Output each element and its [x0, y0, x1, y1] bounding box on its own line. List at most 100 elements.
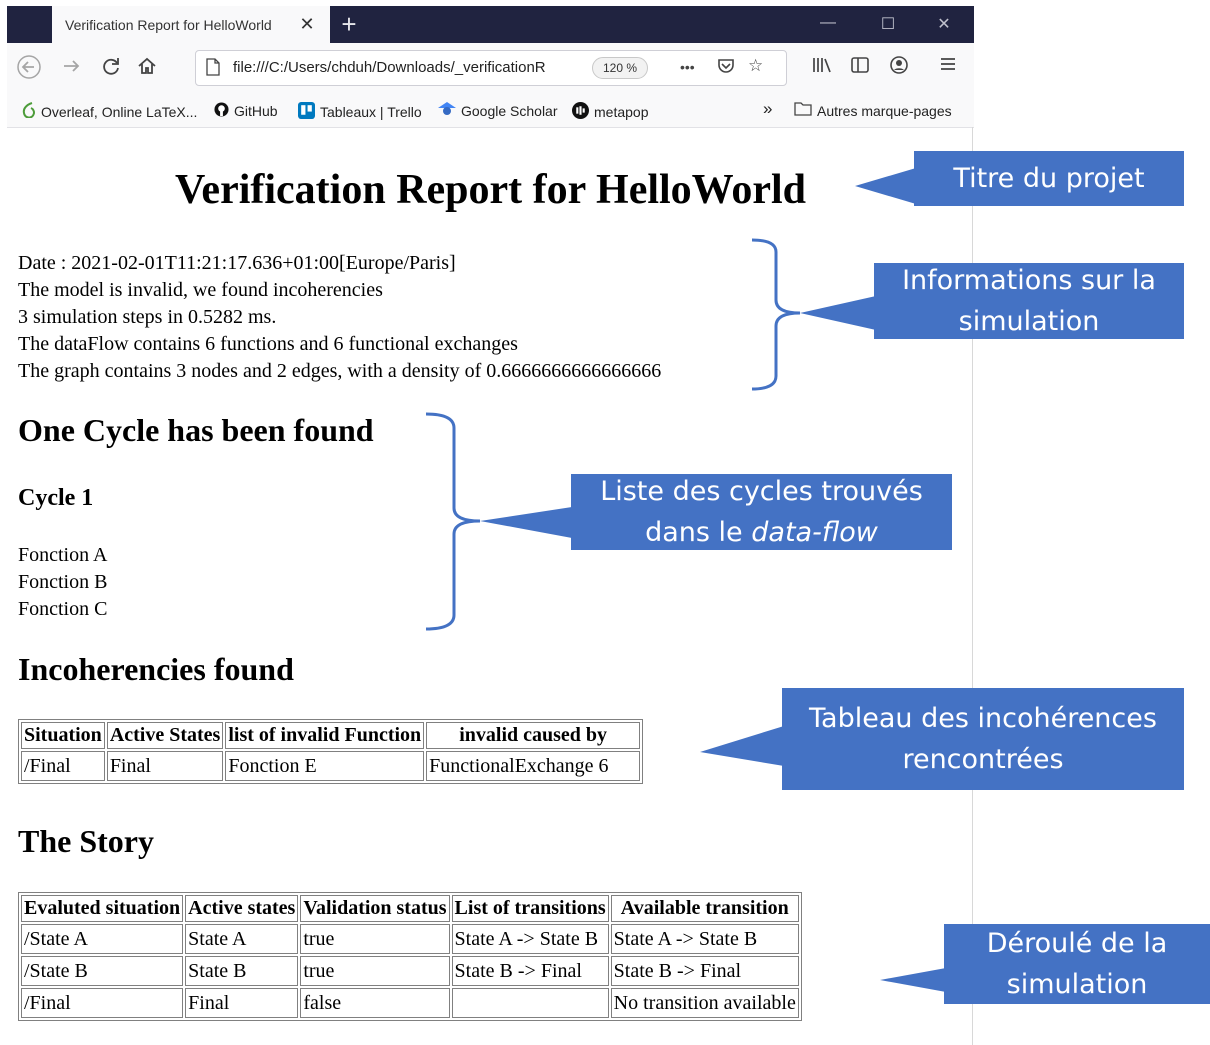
table-cell: State A: [185, 924, 299, 954]
reload-button[interactable]: [97, 55, 125, 83]
maximize-icon[interactable]: ☐: [873, 14, 903, 34]
table-cell: State B: [185, 956, 299, 986]
bookmark-label: Overleaf, Online LaTeX...: [41, 103, 198, 120]
bookmark-trello[interactable]: Tableaux | Trello: [298, 102, 422, 122]
title-bar: Verification Report for HelloWorld ✕ + —…: [7, 6, 974, 43]
incoherencies-callout: Tableau des incohérences rencontrées: [782, 688, 1184, 790]
table-row: /Final Final false No transition availab…: [21, 988, 799, 1018]
incoherencies-table: Situation Active States list of invalid …: [18, 719, 644, 784]
table-cell: /State A: [21, 924, 184, 954]
sidebar-icon[interactable]: [850, 55, 870, 80]
simulation-info: Date : 2021-02-01T11:21:17.636+01:00[Eur…: [18, 250, 661, 385]
account-icon[interactable]: [889, 55, 909, 80]
column-header: Active States: [106, 722, 224, 749]
column-header: Active states: [185, 895, 299, 922]
story-heading: The Story: [18, 823, 154, 859]
table-cell: No transition available: [610, 988, 799, 1018]
home-button[interactable]: [133, 55, 161, 83]
library-icon[interactable]: [811, 55, 833, 80]
callout-text: simulation: [958, 306, 1100, 337]
back-arrow-icon: [17, 55, 41, 79]
scholar-icon: [438, 102, 456, 119]
github-icon: [214, 102, 229, 120]
report-page: Verification Report for HelloWorld Date …: [7, 128, 974, 1045]
table-cell: Final: [106, 751, 224, 781]
table-cell: true: [300, 956, 450, 986]
minimize-icon[interactable]: —: [813, 14, 843, 32]
new-tab-button[interactable]: +: [334, 9, 364, 39]
table-cell: /State B: [21, 956, 184, 986]
cycles-callout: Liste des cycles trouvés dans le data-fl…: [571, 474, 952, 550]
bookmark-google-scholar[interactable]: Google Scholar: [438, 102, 558, 119]
table-header-row: Situation Active States list of invalid …: [21, 722, 641, 749]
callout-text: dans le: [645, 517, 752, 548]
page-icon: [206, 58, 220, 76]
column-header: Situation: [21, 722, 105, 749]
callout-text: Titre du projet: [953, 163, 1145, 194]
close-window-icon[interactable]: ✕: [929, 14, 959, 34]
table-cell: /Final: [21, 988, 184, 1018]
table-cell: Final: [185, 988, 299, 1018]
callout-text: simulation: [1006, 969, 1148, 1000]
table-cell: false: [300, 988, 450, 1018]
list-item: Fonction B: [18, 571, 108, 593]
bookmark-overleaf[interactable]: Overleaf, Online LaTeX...: [22, 102, 197, 121]
callout-text: Déroulé de la: [986, 928, 1168, 959]
list-item: Fonction C: [18, 598, 108, 620]
story-callout: Déroulé de la simulation: [944, 924, 1210, 1004]
table-row: /State A State A true State A -> State B…: [21, 924, 799, 954]
callout-text: Liste des cycles trouvés: [600, 476, 923, 507]
back-button[interactable]: [15, 55, 43, 85]
info-line-date: Date : 2021-02-01T11:21:17.636+01:00[Eur…: [18, 252, 456, 274]
table-header-row: Evaluted situation Active states Validat…: [21, 895, 799, 922]
bookmark-label: Tableaux | Trello: [320, 104, 422, 120]
table-cell: Fonction E: [225, 751, 425, 781]
table-row: /State B State B true State B -> Final S…: [21, 956, 799, 986]
info-line-steps: 3 simulation steps in 0.5282 ms.: [18, 306, 277, 328]
bookmarks-overflow-chevron-icon[interactable]: »: [763, 99, 772, 119]
forward-arrow-icon: [64, 60, 80, 72]
menu-icon[interactable]: [939, 55, 957, 78]
table-cell: true: [300, 924, 450, 954]
info-line-graph: The graph contains 3 nodes and 2 edges, …: [18, 360, 662, 382]
metapop-icon: [572, 102, 589, 122]
column-header: invalid caused by: [426, 722, 641, 749]
bookmark-github[interactable]: GitHub: [214, 102, 278, 120]
bookmark-label: GitHub: [234, 103, 278, 119]
table-cell: State B -> Final: [610, 956, 799, 986]
zoom-level-badge[interactable]: 120 %: [592, 57, 649, 79]
reload-icon: [103, 58, 119, 75]
table-row: /Final Final Fonction E FunctionalExchan…: [21, 751, 641, 781]
address-bar[interactable]: file:///C:/Users/chduh/Downloads/_verifi…: [195, 50, 787, 86]
bookmarks-toolbar: Overleaf, Online LaTeX... GitHub Tableau…: [7, 93, 974, 128]
table-cell: State A -> State B: [451, 924, 609, 954]
info-line-validity: The model is invalid, we found incoheren…: [18, 279, 383, 301]
active-tab[interactable]: Verification Report for HelloWorld ✕: [52, 6, 330, 43]
callout-text: Tableau des incohérences: [809, 703, 1157, 734]
column-header: List of transitions: [451, 895, 609, 922]
story-table: Evaluted situation Active states Validat…: [18, 892, 802, 1021]
forward-button[interactable]: [57, 55, 85, 83]
title-callout: Titre du projet: [914, 151, 1184, 206]
bookmark-other-folder[interactable]: Autres marque-pages: [794, 102, 952, 119]
bookmark-label: metapop: [594, 104, 649, 120]
bookmark-label: Google Scholar: [461, 102, 558, 119]
home-icon: [138, 57, 156, 74]
cycle-function-list: Fonction A Fonction B Fonction C: [18, 542, 107, 623]
info-line-dataflow: The dataFlow contains 6 functions and 6 …: [18, 333, 518, 355]
incoherencies-heading: Incoherencies found: [18, 651, 294, 687]
url-text[interactable]: file:///C:/Users/chduh/Downloads/_verifi…: [233, 59, 553, 76]
trello-icon: [298, 102, 315, 122]
table-cell: [451, 988, 609, 1018]
callout-italic-text: data-flow: [751, 517, 878, 548]
callout-text: Informations sur la: [902, 265, 1156, 296]
navigation-toolbar: file:///C:/Users/chduh/Downloads/_verifi…: [7, 43, 974, 93]
folder-icon: [794, 102, 812, 119]
tab-title: Verification Report for HelloWorld: [65, 16, 272, 33]
page-actions-icon[interactable]: •••: [680, 59, 695, 75]
bookmark-metapop[interactable]: metapop: [572, 102, 648, 122]
pocket-icon[interactable]: [716, 56, 736, 81]
bookmark-star-icon[interactable]: ☆: [748, 56, 763, 76]
tab-close-icon[interactable]: ✕: [295, 14, 319, 35]
column-header: Validation status: [300, 895, 450, 922]
